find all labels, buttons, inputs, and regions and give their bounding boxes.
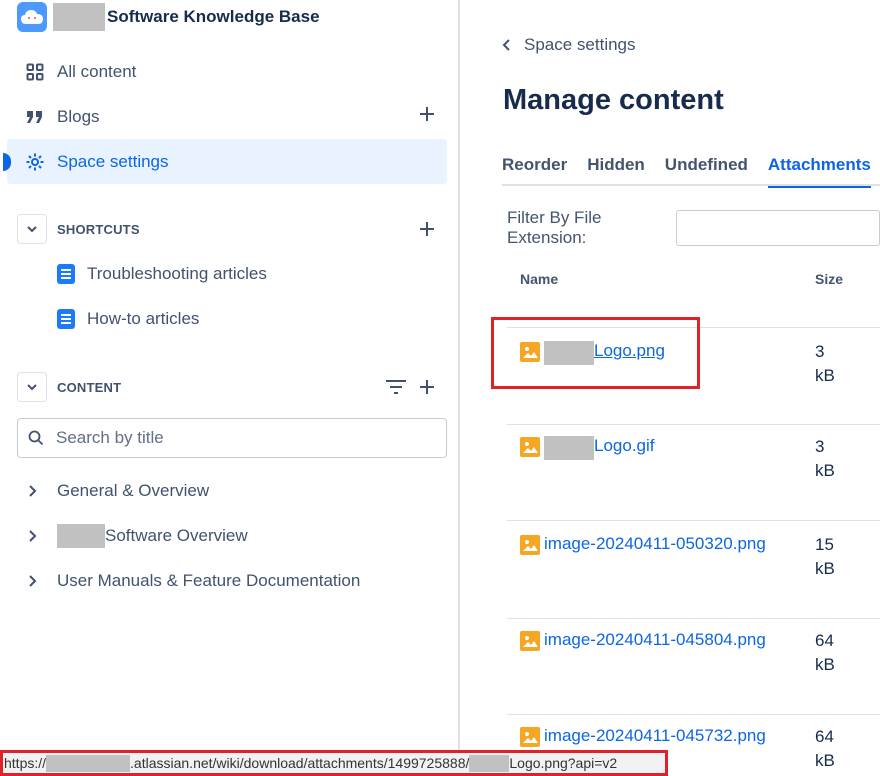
tab-attachments[interactable]: Attachments: [767, 150, 871, 188]
quote-icon: [21, 110, 49, 124]
attachment-size: 3 kB: [815, 342, 835, 385]
row-divider: [507, 424, 880, 425]
image-file-icon: [520, 727, 540, 747]
url-prefix: https://: [4, 755, 47, 771]
redacted-block: [57, 524, 105, 548]
tabs: Reorder Hidden Undefined Attachments: [502, 150, 880, 188]
cloud-icon: [17, 2, 47, 32]
search-by-title[interactable]: [17, 418, 447, 458]
tree-item-label: Software Overview: [105, 526, 248, 545]
url-middle: .atlassian.net/wiki/download/attachments…: [130, 755, 470, 771]
nav-space-settings-label: Space settings: [57, 151, 169, 171]
shortcut-label: How-to articles: [87, 309, 200, 328]
filter-icon[interactable]: [385, 378, 407, 396]
content-collapse-button[interactable]: [17, 372, 47, 402]
column-header-name[interactable]: Name: [520, 271, 558, 287]
space-name-label: Software Knowledge Base: [107, 7, 320, 26]
shortcut-item[interactable]: Troubleshooting articles: [57, 259, 267, 289]
space-header[interactable]: Software Knowledge Base: [17, 0, 320, 34]
shortcut-label: Troubleshooting articles: [87, 264, 267, 283]
row-divider: [507, 714, 880, 715]
tree-item-label: General & Overview: [57, 481, 210, 500]
column-header-size[interactable]: Size: [815, 271, 843, 287]
tab-hidden[interactable]: Hidden: [587, 150, 645, 186]
content-header: CONTENT: [17, 372, 447, 402]
back-label: Space settings: [524, 35, 636, 54]
redacted-block: [46, 754, 131, 772]
url-suffix: Logo.png?api=v2: [509, 755, 618, 771]
search-input[interactable]: [56, 428, 416, 448]
tree-item-label: User Manuals & Feature Documentation: [57, 571, 361, 590]
tab-reorder[interactable]: Reorder: [502, 150, 567, 186]
add-shortcut-plus-icon[interactable]: [417, 219, 437, 239]
add-blog-plus-icon[interactable]: [417, 104, 437, 124]
shortcuts-collapse-button[interactable]: [17, 214, 47, 244]
attachment-link[interactable]: image-20240411-050320.png: [544, 534, 766, 554]
filter-label: Filter By File Extension:: [507, 208, 602, 247]
chevron-down-icon: [27, 226, 37, 233]
redacted-block: [469, 754, 510, 772]
nav-blogs-label: Blogs: [57, 106, 100, 126]
gear-icon: [21, 152, 49, 172]
attachment-row[interactable]: image-20240411-045804.png: [520, 630, 766, 651]
attachment-link[interactable]: image-20240411-045804.png: [544, 630, 766, 650]
attachment-size: 3 kB: [815, 437, 835, 480]
row-divider: [507, 520, 880, 521]
chevron-right-icon[interactable]: [25, 573, 41, 589]
attachment-row[interactable]: image-20240411-045732.png: [520, 726, 766, 747]
highlight-box: [491, 317, 700, 389]
back-to-space-settings[interactable]: Space settings: [500, 33, 636, 57]
redacted-block: [53, 3, 105, 31]
attachment-size: 64 kB: [815, 631, 835, 674]
chevron-left-icon: [502, 39, 510, 51]
add-content-plus-icon[interactable]: [417, 377, 437, 397]
nav-all-content[interactable]: All content: [7, 49, 447, 94]
attachment-row[interactable]: image-20240411-050320.png: [520, 534, 766, 555]
document-icon: [57, 309, 75, 329]
nav-all-content-label: All content: [57, 61, 137, 81]
nav-blogs[interactable]: Blogs: [7, 94, 447, 139]
tab-undefined[interactable]: Undefined: [665, 150, 748, 186]
attachment-size: 64 kB: [815, 727, 835, 770]
attachment-size: 15 kB: [815, 535, 835, 578]
shortcuts-title: SHORTCUTS: [57, 221, 140, 237]
nav-space-settings[interactable]: Space settings: [3, 139, 447, 184]
active-indicator: [3, 153, 11, 171]
sidebar: Software Knowledge Base All content Blog…: [0, 0, 458, 776]
main-content: Space settings Manage content Reorder Hi…: [460, 0, 880, 776]
row-divider: [507, 618, 880, 619]
link-url-status-bar: https:// .atlassian.net/wiki/download/at…: [0, 750, 668, 776]
chevron-right-icon[interactable]: [25, 528, 41, 544]
shortcuts-header: SHORTCUTS: [17, 214, 447, 244]
attachment-link[interactable]: image-20240411-045732.png: [544, 726, 766, 746]
chevron-down-icon: [27, 384, 37, 391]
tree-item[interactable]: Software Overview: [25, 521, 248, 551]
attachment-row[interactable]: Logo.gif: [520, 436, 655, 460]
image-file-icon: [520, 631, 540, 651]
attachment-link[interactable]: Logo.gif: [594, 436, 655, 456]
tree-item[interactable]: User Manuals & Feature Documentation: [25, 566, 360, 596]
search-icon: [28, 430, 44, 446]
page-title: Manage content: [503, 84, 724, 116]
image-file-icon: [520, 535, 540, 555]
document-icon: [57, 264, 75, 284]
image-file-icon: [520, 437, 540, 457]
filter-by-extension: Filter By File Extension:: [507, 208, 880, 247]
content-title: CONTENT: [57, 379, 122, 395]
tree-item[interactable]: General & Overview: [25, 476, 209, 506]
grid-icon: [21, 63, 49, 81]
file-extension-input[interactable]: [676, 210, 880, 246]
chevron-right-icon[interactable]: [25, 483, 41, 499]
shortcut-item[interactable]: How-to articles: [57, 304, 199, 334]
redacted-block: [544, 436, 594, 460]
space-name[interactable]: Software Knowledge Base: [53, 3, 320, 31]
